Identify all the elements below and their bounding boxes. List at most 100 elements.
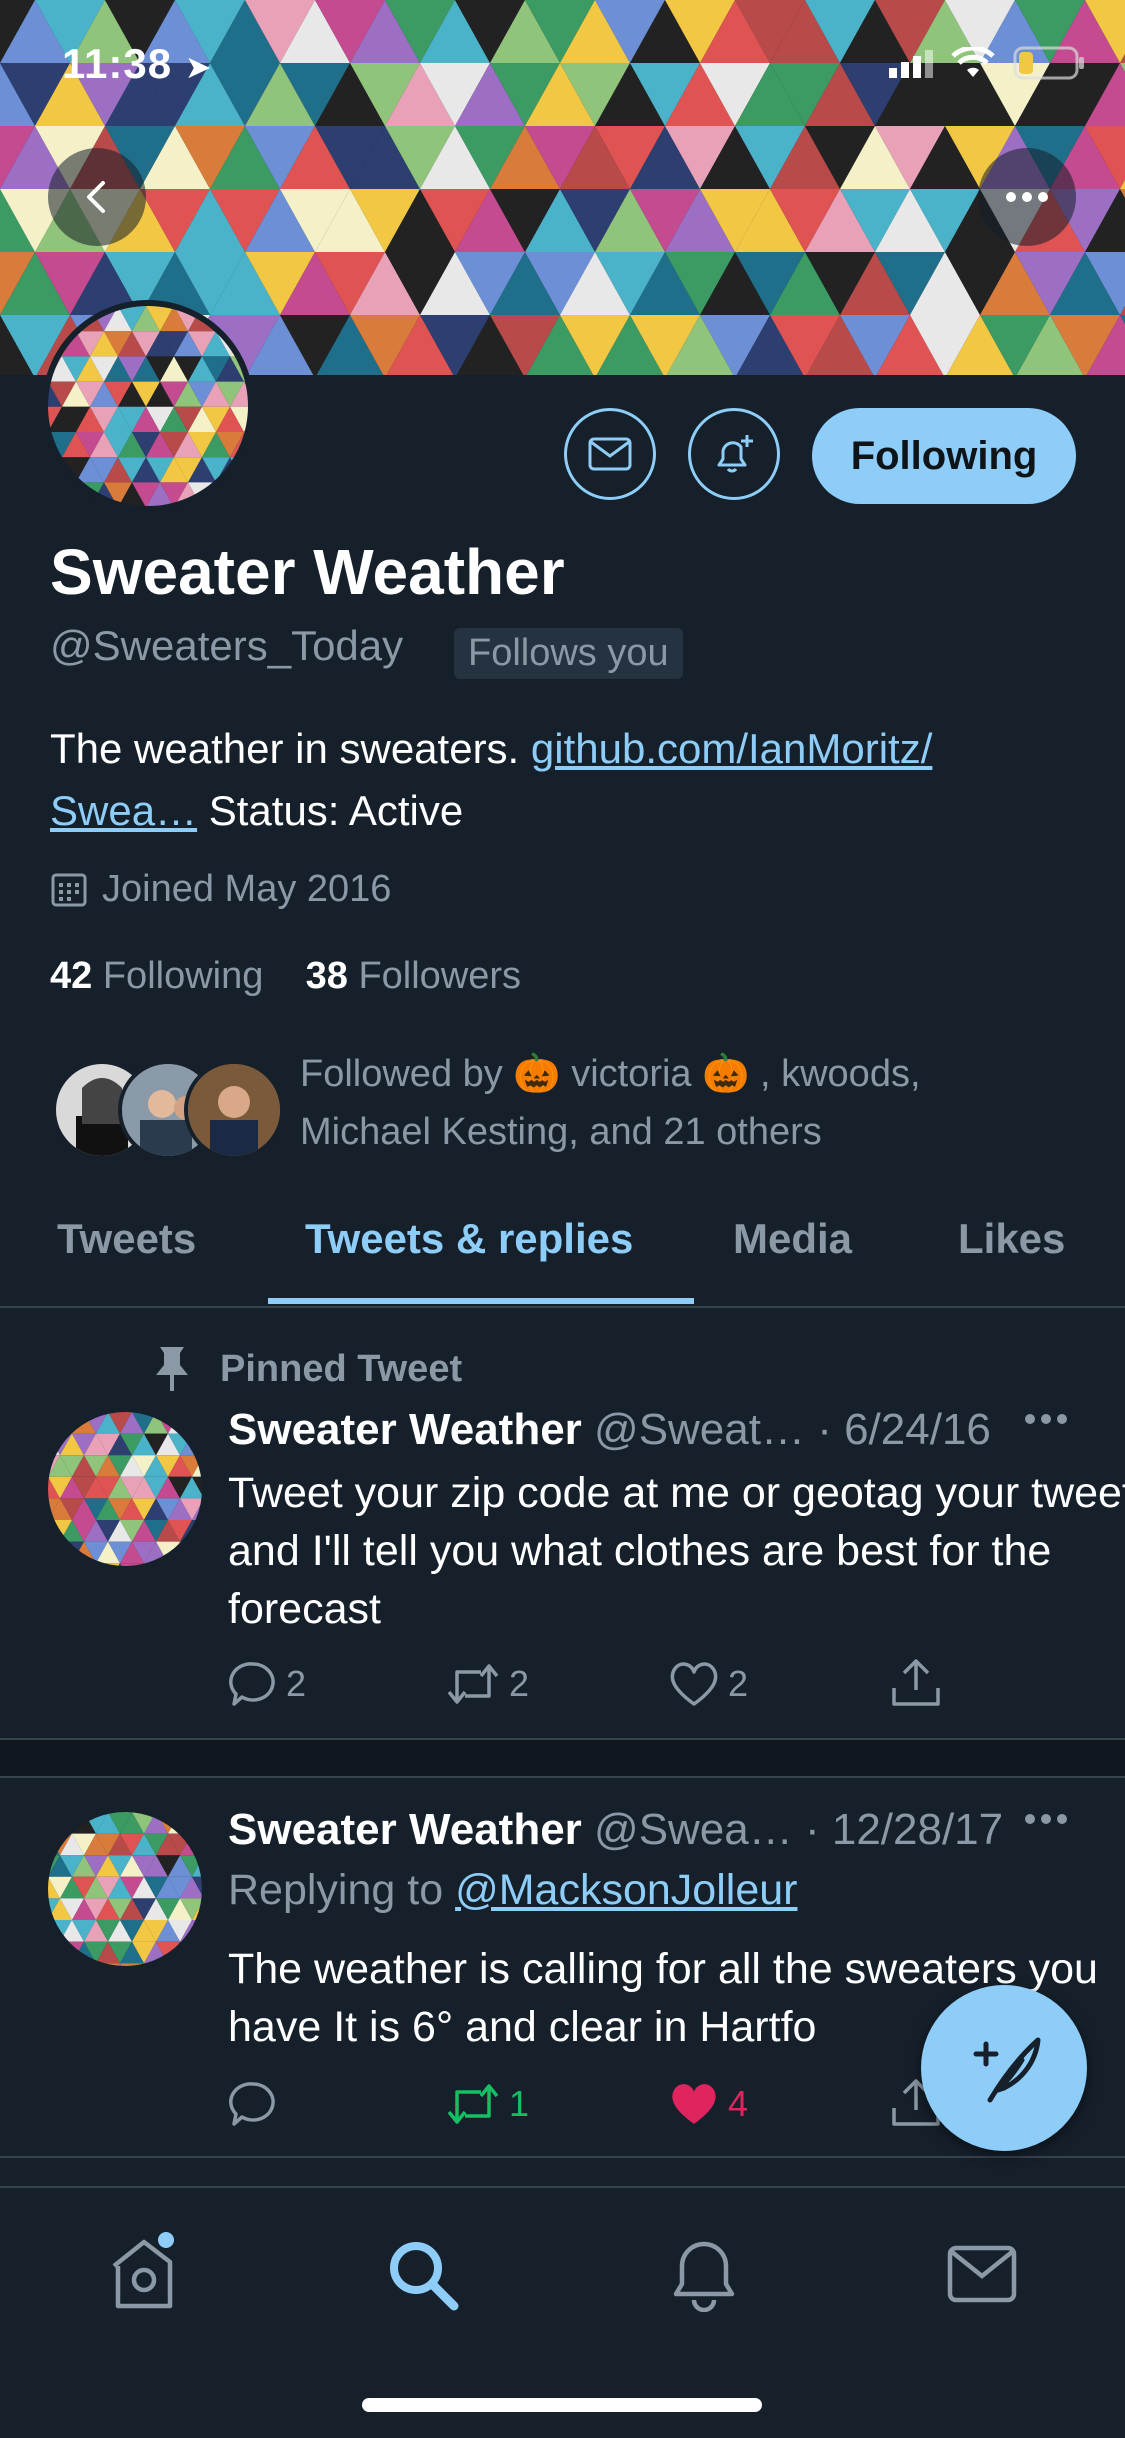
tab-likes[interactable]: Likes — [958, 1215, 1065, 1263]
status-time: 11:38 ➤ — [62, 40, 213, 88]
followers-count-link[interactable]: 38 Followers — [306, 955, 521, 997]
followed-by-line1: Followed by 🎃 victoria 🎃 , kwoods, — [300, 1053, 921, 1095]
share-icon — [892, 1659, 940, 1706]
messages-icon — [947, 2245, 1017, 2303]
retweet-button[interactable]: 2 — [445, 1660, 529, 1708]
notifications-toggle-button[interactable] — [688, 408, 780, 500]
tweet-avatar-pattern — [48, 1812, 202, 1966]
tweet-avatar[interactable] — [48, 1412, 202, 1566]
home-icon — [112, 2232, 174, 2309]
pin-icon — [156, 1347, 188, 1391]
tweet-more-button[interactable] — [1024, 1812, 1068, 1830]
like-button[interactable]: 2 — [668, 1660, 748, 1708]
message-button[interactable] — [564, 408, 656, 500]
tweet-meta: @Swea… · 12/28/17 — [581, 1805, 1004, 1854]
joined-date: Joined May 2016 — [50, 868, 391, 911]
more-icon — [1006, 192, 1048, 202]
replying-prefix: Replying to — [228, 1866, 456, 1914]
home-indicator — [362, 2398, 762, 2412]
replying-to: Replying to @MacksonJolleur — [228, 1866, 797, 1915]
bio-link[interactable]: github.com/IanMoritz/ — [531, 725, 933, 772]
back-icon — [87, 181, 105, 213]
active-tab-indicator — [268, 1298, 694, 1304]
wifi-icon — [951, 47, 995, 77]
followers-label: Followers — [358, 955, 522, 997]
bell-add-icon — [717, 435, 753, 473]
tweet-author-name[interactable]: Sweater Weather — [228, 1805, 582, 1854]
reply-icon — [229, 2082, 275, 2126]
tweet-header: Sweater Weather @Swea… · 12/28/17 — [228, 1805, 1003, 1855]
tweet-avatar-pattern — [48, 1412, 202, 1566]
share-button[interactable] — [890, 1658, 942, 1708]
pinned-tweet-text: Pinned Tweet — [220, 1347, 463, 1390]
bio-link-cont[interactable]: Swea… — [50, 787, 197, 834]
profile-bio: The weather in sweaters. github.com/IanM… — [50, 718, 1080, 842]
signal-icon — [889, 50, 933, 78]
tweet-more-button[interactable] — [1024, 1412, 1068, 1430]
like-icon — [670, 1662, 718, 1706]
search-icon — [390, 2242, 459, 2311]
reply-button[interactable]: 2 — [228, 1660, 306, 1708]
compose-tweet-button[interactable] — [921, 1985, 1087, 2151]
reply-icon — [229, 1662, 275, 1706]
bio-text: The weather in sweaters. — [50, 725, 531, 772]
follow-counts: 42 Following 38 Followers — [50, 955, 521, 998]
joined-text: Joined May 2016 — [102, 868, 392, 910]
profile-name: Sweater Weather — [50, 536, 565, 608]
nav-search[interactable] — [384, 2236, 464, 2321]
like-button[interactable]: 4 — [668, 2080, 748, 2128]
tweet-avatar[interactable] — [48, 1812, 202, 1966]
more-icon — [1025, 1814, 1067, 1824]
tweet-meta: @Sweat… · 6/24/16 — [581, 1405, 991, 1454]
follows-you-badge: Follows you — [454, 628, 683, 679]
like-icon — [672, 2084, 716, 2124]
status-time-text: 11:38 — [62, 40, 173, 87]
tab-tweets[interactable]: Tweets — [57, 1215, 196, 1263]
retweet-count: 2 — [509, 1663, 530, 1704]
retweet-icon — [447, 2084, 499, 2124]
following-label: Following — [102, 955, 264, 997]
tab-tweets-and-replies[interactable]: Tweets & replies — [305, 1215, 633, 1263]
replying-to-link[interactable]: @MacksonJolleur — [455, 1866, 797, 1914]
follower-avatar[interactable] — [184, 1060, 284, 1160]
tab-media[interactable]: Media — [733, 1215, 852, 1263]
bio-status: Status: Active — [197, 787, 464, 834]
followed-by-text[interactable]: Followed by 🎃 victoria 🎃 , kwoods, Micha… — [300, 1045, 1080, 1161]
more-options-button[interactable] — [978, 148, 1076, 246]
reply-count: 2 — [286, 1663, 307, 1704]
status-icons — [889, 46, 1085, 80]
profile-avatar[interactable] — [42, 300, 254, 512]
profile-tabs: Tweets Tweets & replies Media Likes — [0, 1190, 1125, 1308]
follower-photo — [188, 1064, 280, 1156]
tweet-divider — [0, 2156, 1125, 2158]
followers-count: 38 — [305, 955, 348, 997]
tweet-text: Tweet your zip code at me or geotag your… — [228, 1469, 1125, 1633]
following-count-link[interactable]: 42 Following — [50, 955, 263, 997]
tweet-author-name[interactable]: Sweater Weather — [228, 1405, 582, 1454]
calendar-icon — [51, 873, 87, 906]
tweet-divider — [0, 1738, 1125, 1778]
nav-notifications[interactable] — [664, 2232, 744, 2317]
like-count: 4 — [728, 2083, 749, 2124]
following-count: 42 — [50, 955, 93, 997]
followed-by-line2: Michael Kesting, and 21 others — [300, 1111, 822, 1153]
nav-messages[interactable] — [944, 2236, 1024, 2321]
location-arrow-icon: ➤ — [184, 49, 213, 85]
reply-button[interactable] — [228, 2080, 286, 2128]
pinned-label: Pinned Tweet — [150, 1345, 462, 1393]
retweet-button[interactable]: 1 — [445, 2080, 529, 2128]
like-count: 2 — [728, 1663, 749, 1704]
back-button[interactable] — [48, 148, 146, 246]
more-icon — [1025, 1414, 1067, 1424]
profile-handle: @Sweaters_Today — [50, 622, 404, 669]
retweet-icon — [447, 1664, 499, 1704]
notifications-icon — [673, 2241, 735, 2313]
nav-home[interactable] — [104, 2232, 184, 2317]
mail-icon — [588, 437, 632, 471]
compose-icon — [973, 2037, 1041, 2103]
retweet-count: 1 — [509, 2083, 530, 2124]
following-button[interactable]: Following — [812, 408, 1076, 504]
battery-icon — [1013, 46, 1084, 80]
avatar-pattern — [48, 306, 248, 506]
tweet-header: Sweater Weather @Sweat… · 6/24/16 — [228, 1405, 991, 1455]
